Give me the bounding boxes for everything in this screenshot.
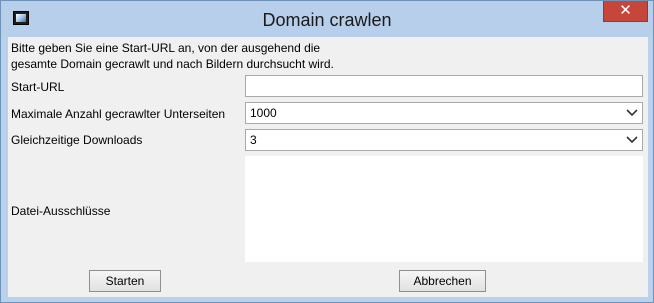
chevron-down-icon [626, 136, 638, 144]
close-icon: ✕ [619, 2, 632, 19]
exclusions-label: Datei-Ausschlüsse [11, 204, 111, 218]
start-button[interactable]: Starten [89, 270, 161, 292]
max-pages-select[interactable]: 1000 [245, 102, 643, 124]
max-pages-label: Maximale Anzahl gecrawlter Unterseiten [11, 107, 226, 121]
start-url-label: Start-URL [11, 80, 65, 94]
downloads-value: 3 [250, 133, 257, 147]
downloads-label: Gleichzeitige Downloads [11, 133, 143, 147]
intro-line-2: gesamte Domain gecrawlt und nach Bildern… [11, 57, 334, 71]
dialog-content: Bitte geben Sie eine Start-URL an, von d… [8, 37, 648, 297]
title-bar[interactable]: Domain crawlen ✕ [1, 1, 653, 37]
max-pages-value: 1000 [250, 106, 277, 120]
cancel-button[interactable]: Abbrechen [399, 270, 486, 292]
dialog-window: Domain crawlen ✕ Bitte geben Sie eine St… [0, 0, 654, 303]
close-button[interactable]: ✕ [603, 1, 648, 22]
downloads-select[interactable]: 3 [245, 129, 643, 151]
intro-text: Bitte geben Sie eine Start-URL an, von d… [11, 40, 611, 72]
chevron-down-icon [626, 109, 638, 117]
start-url-input[interactable] [245, 75, 643, 97]
window-title: Domain crawlen [262, 10, 392, 30]
exclusions-textarea[interactable] [245, 156, 643, 262]
intro-line-1: Bitte geben Sie eine Start-URL an, von d… [11, 41, 321, 55]
